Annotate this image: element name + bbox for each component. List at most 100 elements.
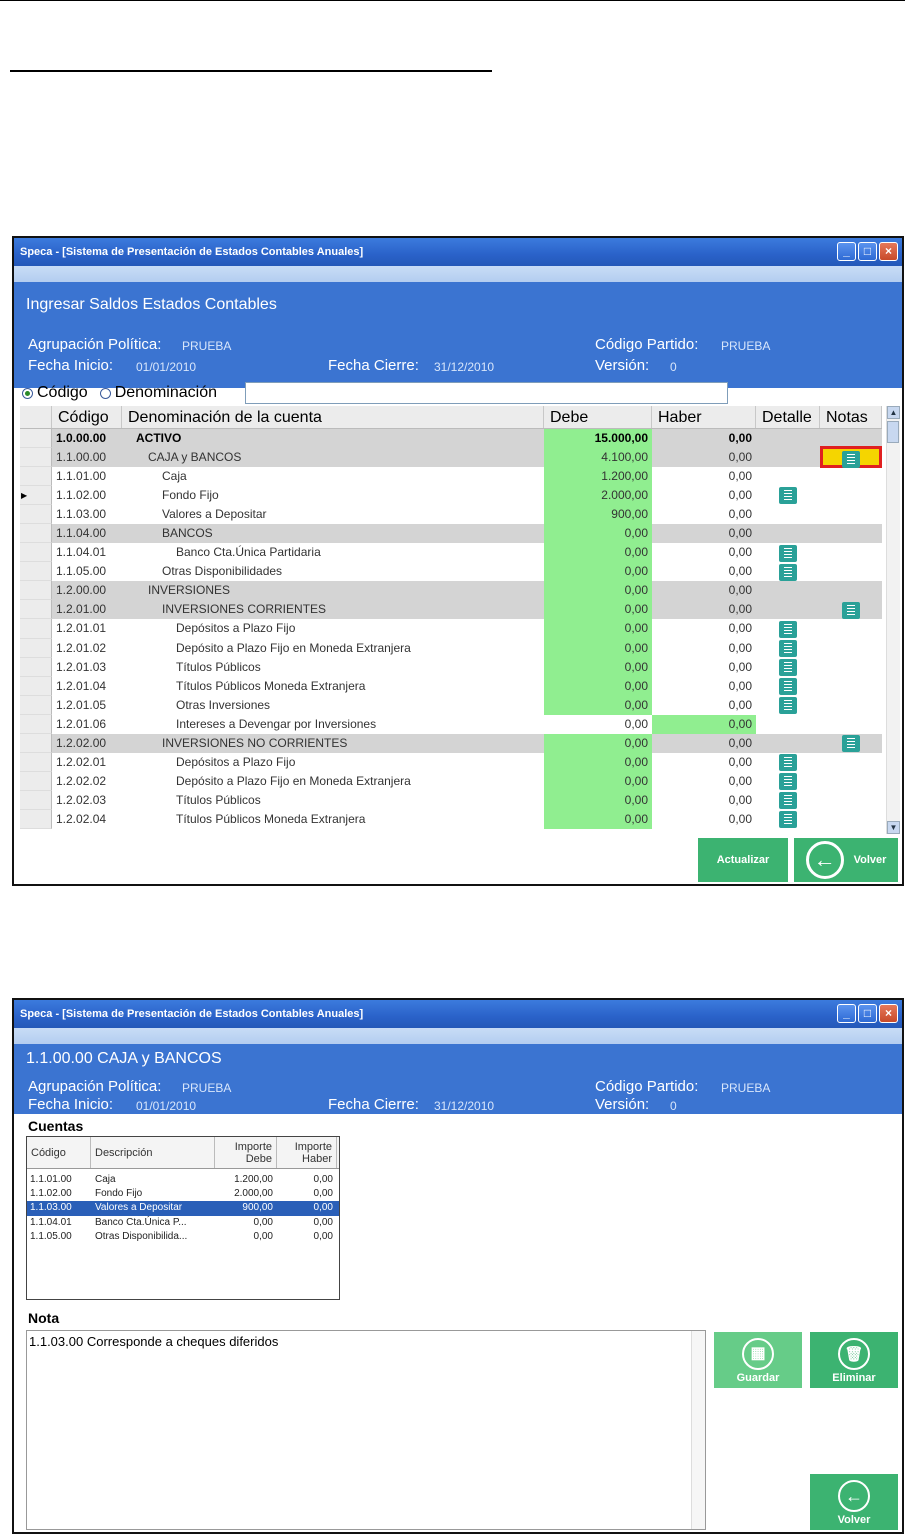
table-row[interactable]: 1.1.00.00 CAJA y BANCOS 4.100,00 0,00 <box>20 446 882 469</box>
radio-denominacion-label[interactable]: Denominación <box>115 384 217 402</box>
scroll-thumb[interactable] <box>887 421 899 443</box>
cell-haber[interactable]: 0,00 <box>652 810 756 829</box>
radio-codigo-label[interactable]: Código <box>37 384 88 402</box>
cell-haber[interactable]: 0,00 <box>652 677 756 696</box>
table-row[interactable]: 1.2.01.06 Intereses a Devengar por Inver… <box>20 714 882 734</box>
cell-debe[interactable]: 0,00 <box>544 600 652 620</box>
table-row[interactable]: 1.2.01.02 Depósito a Plazo Fijo en Moned… <box>20 638 882 658</box>
table-row[interactable]: 1.0.00.00 ACTIVO 15.000,00 0,00 <box>20 429 882 449</box>
row-selector[interactable] <box>20 733 52 753</box>
cell-debe[interactable]: 0,00 <box>544 543 652 563</box>
notes-highlight[interactable] <box>820 446 882 469</box>
nota-textarea[interactable]: 1.1.03.00 Corresponde a cheques diferido… <box>26 1330 706 1530</box>
row-selector[interactable] <box>20 714 52 734</box>
row-selector[interactable] <box>20 543 52 563</box>
table-row[interactable]: 1.1.04.00 BANCOS 0,00 0,00 <box>20 524 882 544</box>
cell-haber[interactable]: 0,00 <box>652 600 756 619</box>
cell-haber[interactable]: 0,00 <box>652 562 756 581</box>
detail-icon[interactable] <box>779 658 797 676</box>
cell-haber[interactable]: 0,00 <box>652 448 756 467</box>
minimize-icon[interactable]: _ <box>837 242 856 261</box>
cell-debe[interactable]: 15.000,00 <box>544 429 652 449</box>
cell-debe[interactable]: 0,00 <box>544 619 652 639</box>
table-row[interactable]: 1.2.02.00 INVERSIONES NO CORRIENTES 0,00… <box>20 733 882 753</box>
cell-haber[interactable]: 0,00 <box>652 619 756 638</box>
table-row[interactable]: 1.2.02.03 Títulos Públicos 0,00 0,00 <box>20 790 882 810</box>
list-item[interactable]: 1.1.01.00 Caja 1.200,00 0,00 <box>27 1173 339 1187</box>
cell-debe[interactable]: 0,00 <box>544 638 652 658</box>
cell-debe[interactable]: 0,00 <box>544 657 652 677</box>
cuentas-list[interactable]: Código Descripción Importe Debe Importe … <box>26 1136 340 1300</box>
row-selector[interactable] <box>20 676 52 696</box>
row-selector[interactable] <box>20 695 52 715</box>
table-row[interactable]: 1.2.01.03 Títulos Públicos 0,00 0,00 <box>20 657 882 677</box>
cell-debe[interactable]: 0,00 <box>544 771 652 791</box>
row-selector[interactable] <box>20 505 52 525</box>
row-selector[interactable] <box>20 619 52 639</box>
row-selector[interactable] <box>20 752 52 772</box>
list-item-selected[interactable]: 1.1.03.00 Valores a Depositar 900,00 0,0… <box>27 1201 339 1216</box>
nota-scrollbar[interactable] <box>691 1331 705 1529</box>
cell-debe[interactable]: 4.100,00 <box>544 448 652 468</box>
cell-debe[interactable]: 0,00 <box>544 524 652 544</box>
table-row[interactable]: 1.2.01.05 Otras Inversiones 0,00 0,00 <box>20 695 882 715</box>
row-selector[interactable] <box>20 448 52 468</box>
detail-icon[interactable] <box>779 639 797 657</box>
cell-debe[interactable]: 0,00 <box>544 581 652 601</box>
actualizar-button[interactable]: Actualizar <box>698 838 788 882</box>
list-col-codigo[interactable]: Código <box>27 1137 91 1168</box>
close-icon[interactable]: × <box>879 1004 898 1023</box>
row-selector[interactable] <box>20 562 52 582</box>
col-denominacion[interactable]: Denominación de la cuenta <box>122 406 544 428</box>
table-row[interactable]: 1.2.02.04 Títulos Públicos Moneda Extran… <box>20 809 882 829</box>
cell-debe[interactable]: 0,00 <box>544 562 652 582</box>
cell-debe[interactable]: 2.000,00 <box>544 486 652 506</box>
maximize-icon[interactable]: □ <box>858 1004 877 1023</box>
list-item[interactable]: 1.1.05.00 Otras Disponibilida... 0,00 0,… <box>27 1230 339 1244</box>
table-row[interactable]: 1.2.01.04 Títulos Públicos Moneda Extran… <box>20 676 882 696</box>
detail-icon[interactable] <box>779 792 797 810</box>
row-selector-current[interactable] <box>20 486 52 506</box>
cell-debe[interactable]: 0,00 <box>544 695 652 715</box>
guardar-button[interactable]: ▦ Guardar <box>714 1332 802 1388</box>
scroll-up-icon[interactable]: ▲ <box>887 406 900 419</box>
cell-debe[interactable]: 0,00 <box>544 676 652 696</box>
radio-denominacion[interactable] <box>99 387 111 399</box>
row-selector[interactable] <box>20 809 52 829</box>
detail-icon[interactable] <box>779 677 797 695</box>
table-row[interactable]: 1.2.02.01 Depósitos a Plazo Fijo 0,00 0,… <box>20 752 882 772</box>
cell-haber[interactable]: 0,00 <box>652 734 756 753</box>
cell-haber[interactable]: 0,00 <box>652 696 756 715</box>
col-codigo[interactable]: Código <box>52 406 122 428</box>
radio-codigo[interactable] <box>22 387 33 399</box>
notes-icon[interactable] <box>842 735 860 753</box>
table-row[interactable]: 1.1.03.00 Valores a Depositar 900,00 0,0… <box>20 505 882 525</box>
row-selector[interactable] <box>20 524 52 544</box>
cell-haber[interactable]: 0,00 <box>652 581 756 600</box>
col-notas[interactable]: Notas <box>820 406 882 428</box>
detail-icon[interactable] <box>779 487 797 505</box>
col-haber[interactable]: Haber <box>652 406 756 428</box>
col-debe[interactable]: Debe <box>544 406 652 428</box>
cell-debe[interactable]: 0,00 <box>544 752 652 772</box>
cell-debe[interactable]: 1.200,00 <box>544 467 652 487</box>
list-item[interactable]: 1.1.04.01 Banco Cta.Única P... 0,00 0,00 <box>27 1216 339 1230</box>
cell-haber[interactable]: 0,00 <box>652 486 756 505</box>
row-selector[interactable] <box>20 790 52 810</box>
detail-icon[interactable] <box>779 696 797 714</box>
list-col-importe-haber[interactable]: Importe Haber <box>277 1137 337 1168</box>
cell-haber[interactable]: 0,00 <box>652 639 756 658</box>
cell-debe[interactable]: 0,00 <box>544 790 652 810</box>
cell-haber[interactable]: 0,00 <box>652 467 756 486</box>
row-selector[interactable] <box>20 467 52 487</box>
close-icon[interactable]: × <box>879 242 898 261</box>
cell-debe[interactable]: 0,00 <box>544 809 652 829</box>
scroll-down-icon[interactable]: ▼ <box>887 821 900 834</box>
cell-haber[interactable]: 0,00 <box>652 753 756 772</box>
cell-haber[interactable]: 0,00 <box>652 429 756 448</box>
maximize-icon[interactable]: □ <box>858 242 877 261</box>
cell-haber[interactable]: 0,00 <box>652 524 756 543</box>
detail-icon[interactable] <box>779 811 797 829</box>
row-selector[interactable] <box>20 429 52 449</box>
cell-haber[interactable]: 0,00 <box>652 791 756 810</box>
